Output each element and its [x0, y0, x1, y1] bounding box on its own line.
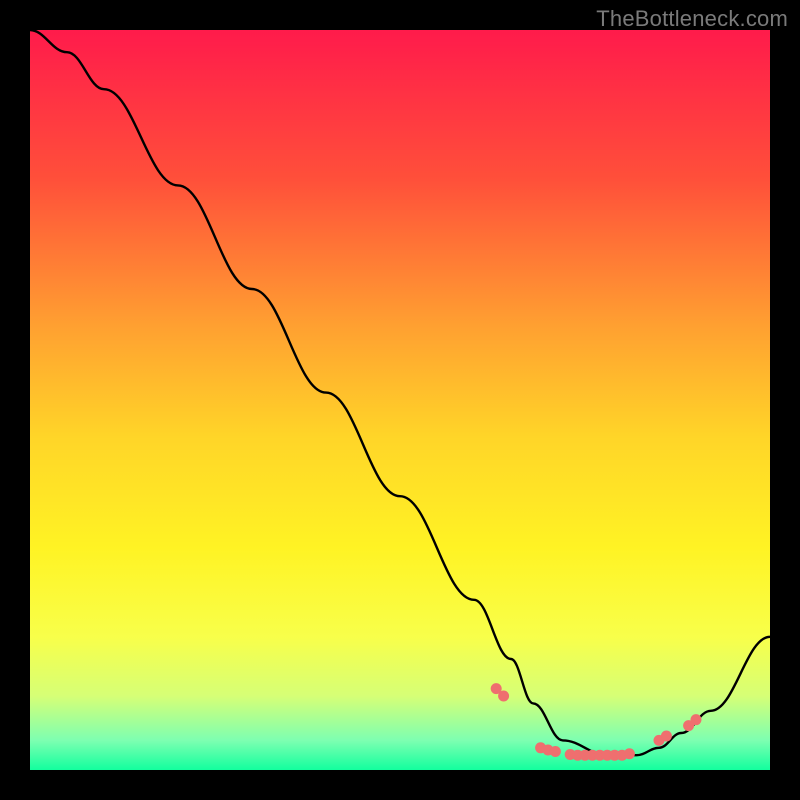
data-point — [661, 730, 672, 741]
chart-plot — [30, 30, 770, 770]
data-point — [691, 714, 702, 725]
data-point — [624, 748, 635, 759]
data-point — [550, 746, 561, 757]
gradient-bg — [30, 30, 770, 770]
data-point — [498, 691, 509, 702]
chart-frame — [30, 30, 770, 770]
watermark-text: TheBottleneck.com — [596, 6, 788, 32]
